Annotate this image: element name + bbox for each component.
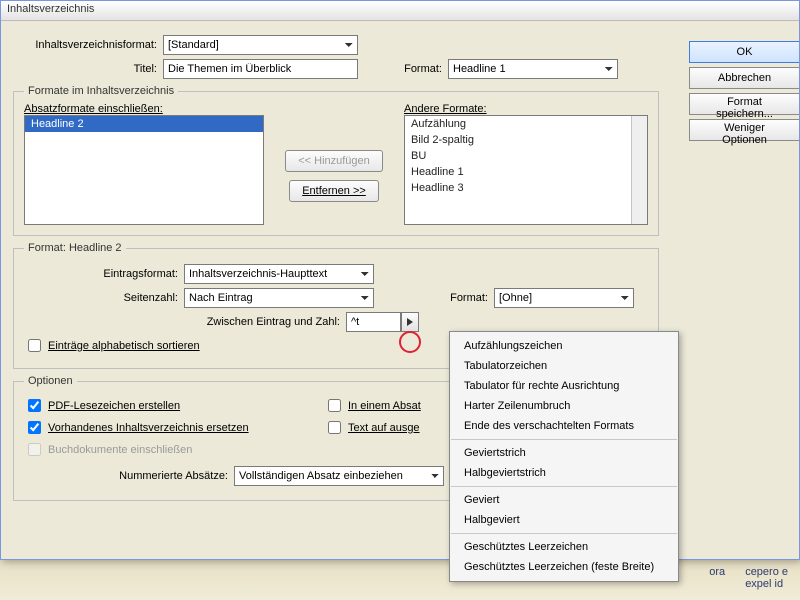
menu-item[interactable]: Ende des verschachtelten Formats: [450, 416, 678, 436]
in-paragraph-checkbox[interactable]: [328, 399, 341, 412]
menu-item[interactable]: Geschütztes Leerzeichen: [450, 537, 678, 557]
pdf-bookmarks-row[interactable]: PDF-Lesezeichen erstellen: [24, 396, 324, 415]
between-label: Zwischen Eintrag und Zahl:: [24, 316, 346, 328]
sort-checkbox[interactable]: [28, 339, 41, 352]
menu-separator: [451, 486, 677, 487]
save-format-button[interactable]: Format speichern...: [689, 93, 799, 115]
menu-item[interactable]: Geviert: [450, 490, 678, 510]
list-item[interactable]: Bild 2-spaltig: [405, 132, 647, 148]
toc-format-select[interactable]: [Standard]: [163, 35, 358, 55]
bg-word: ora: [709, 566, 725, 594]
entry-format-legend: Format: Headline 2: [24, 242, 126, 254]
include-label: Absatzformate einschließen:: [24, 103, 264, 115]
ok-button[interactable]: OK: [689, 41, 799, 63]
menu-item[interactable]: Harter Zeilenumbruch: [450, 396, 678, 416]
page-number-select[interactable]: Nach Eintrag: [184, 288, 374, 308]
list-item[interactable]: Headline 2: [25, 116, 263, 132]
title-format-select[interactable]: Headline 1: [448, 59, 618, 79]
toc-format-label: Inhaltsverzeichnisformat:: [13, 39, 163, 51]
book-docs-checkbox: [28, 443, 41, 456]
menu-item[interactable]: Halbgeviert: [450, 510, 678, 530]
entry-format-label: Eintragsformat:: [24, 268, 184, 280]
other-formats-label: Andere Formate:: [404, 103, 648, 115]
text-on-checkbox[interactable]: [328, 421, 341, 434]
book-docs-row: Buchdokumente einschließen: [24, 440, 324, 459]
bg-word: cepero eexpel id: [745, 566, 788, 594]
sort-label: Einträge alphabetisch sortieren: [48, 340, 200, 352]
background-page: ora cepero eexpel id: [0, 560, 800, 600]
scrollbar[interactable]: [631, 116, 647, 224]
dialog-title: Inhaltsverzeichnis: [1, 1, 799, 21]
replace-toc-label: Vorhandenes Inhaltsverzeichnis ersetzen: [48, 422, 249, 434]
list-item[interactable]: Headline 3: [405, 180, 647, 196]
toc-dialog: Inhaltsverzeichnis OK Abbrechen Format s…: [0, 0, 800, 560]
replace-toc-checkbox[interactable]: [28, 421, 41, 434]
title-format-label: Format:: [378, 63, 448, 75]
add-button[interactable]: << Hinzufügen: [285, 150, 383, 172]
formats-group: Formate im Inhaltsverzeichnis Absatzform…: [13, 85, 659, 236]
menu-item[interactable]: Geviertstrich: [450, 443, 678, 463]
include-listbox[interactable]: Headline 2: [24, 115, 264, 225]
menu-item[interactable]: Aufzählungszeichen: [450, 336, 678, 356]
list-item[interactable]: Headline 1: [405, 164, 647, 180]
title-label: Titel:: [13, 63, 163, 75]
menu-item[interactable]: Geschütztes Leerzeichen (feste Breite): [450, 557, 678, 577]
in-paragraph-label: In einem Absat: [348, 400, 421, 412]
numbered-para-select[interactable]: Vollständigen Absatz einbeziehen: [234, 466, 444, 486]
fewer-options-button[interactable]: Weniger Optionen: [689, 119, 799, 141]
list-item[interactable]: BU: [405, 148, 647, 164]
text-on-label: Text auf ausge: [348, 422, 420, 434]
pdf-bookmarks-label: PDF-Lesezeichen erstellen: [48, 400, 180, 412]
formats-legend: Formate im Inhaltsverzeichnis: [24, 85, 178, 97]
pn-format-select[interactable]: [Ohne]: [494, 288, 634, 308]
replace-toc-row[interactable]: Vorhandenes Inhaltsverzeichnis ersetzen: [24, 418, 324, 437]
numbered-para-label: Nummerierte Absätze:: [24, 470, 234, 482]
menu-separator: [451, 439, 677, 440]
dialog-side-buttons: OK Abbrechen Format speichern... Weniger…: [689, 41, 799, 141]
menu-separator: [451, 533, 677, 534]
menu-item[interactable]: Tabulatorzeichen: [450, 356, 678, 376]
remove-button[interactable]: Entfernen >>: [289, 180, 379, 202]
special-chars-flyout: Aufzählungszeichen Tabulatorzeichen Tabu…: [449, 331, 679, 582]
menu-item[interactable]: Halbgeviertstrich: [450, 463, 678, 483]
cancel-button[interactable]: Abbrechen: [689, 67, 799, 89]
list-item[interactable]: Aufzählung: [405, 116, 647, 132]
between-flyout-button[interactable]: [401, 312, 419, 332]
pn-format-label: Format:: [394, 292, 494, 304]
triangle-right-icon: [406, 318, 414, 326]
options-legend: Optionen: [24, 375, 77, 387]
book-docs-label: Buchdokumente einschließen: [48, 444, 192, 456]
page-number-label: Seitenzahl:: [24, 292, 184, 304]
pdf-bookmarks-checkbox[interactable]: [28, 399, 41, 412]
title-input[interactable]: [163, 59, 358, 79]
entry-format-select[interactable]: Inhaltsverzeichnis-Haupttext: [184, 264, 374, 284]
between-input[interactable]: [346, 312, 401, 332]
menu-item[interactable]: Tabulator für rechte Ausrichtung: [450, 376, 678, 396]
other-formats-listbox[interactable]: Aufzählung Bild 2-spaltig BU Headline 1 …: [404, 115, 648, 225]
